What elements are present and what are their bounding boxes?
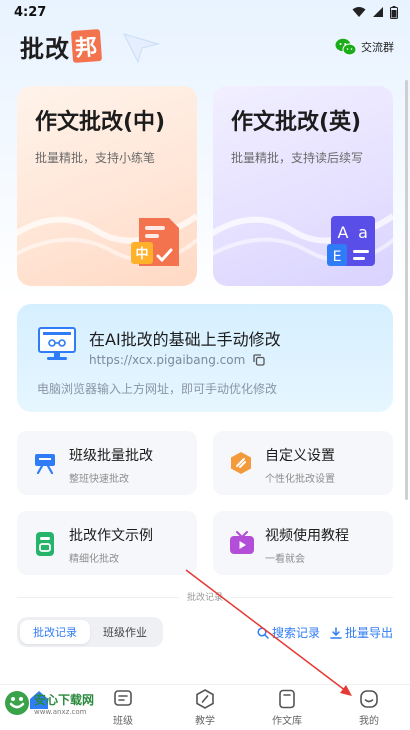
monitor-icon xyxy=(38,327,76,360)
english-document-icon: A a E xyxy=(327,216,375,266)
card-title: 作文批改(中) xyxy=(35,110,166,135)
tile-subtitle: 精细化批改 xyxy=(69,554,119,565)
status-time: 4:27 xyxy=(14,4,47,20)
tab-essay-library[interactable]: 作文库 xyxy=(252,689,322,727)
paper-plane-icon xyxy=(123,33,160,64)
watermark-text: 安心下载网 www.anxz.com xyxy=(34,691,94,716)
records-segmented-control: 批改记录 班级作业 xyxy=(17,617,163,647)
logo-text-main: 批改 xyxy=(20,33,70,63)
tab-class[interactable]: 班级 xyxy=(88,689,158,727)
wechat-icon xyxy=(335,38,357,56)
tab-label: 班级 xyxy=(113,716,133,727)
records-actions: 搜索记录 批量导出 xyxy=(257,624,393,641)
segment-grading-records[interactable]: 批改记录 xyxy=(20,620,90,644)
group-chat-label: 交流群 xyxy=(361,41,394,54)
tile-custom-settings[interactable]: 自定义设置 个性化批改设置 xyxy=(213,431,393,495)
segment-class-homework[interactable]: 班级作业 xyxy=(90,620,160,644)
tab-teaching[interactable]: 教学 xyxy=(170,689,240,727)
section-label-text: 批改记录 xyxy=(178,593,231,603)
wifi-icon xyxy=(352,7,366,17)
battery-icon xyxy=(390,5,398,19)
tile-title: 批改作文示例 xyxy=(69,528,153,544)
header: 批改 邦 交流群 xyxy=(0,24,410,70)
copy-icon[interactable] xyxy=(253,354,265,366)
card-title: 作文批改(英) xyxy=(231,110,362,135)
download-icon xyxy=(330,626,342,639)
icon-glyph-a: A xyxy=(338,223,349,242)
section-label: 批改记录 xyxy=(0,590,410,603)
tab-label: 作文库 xyxy=(272,716,302,727)
card-essay-english[interactable]: 作文批改(英) 批量精批，支持读后续写 A a E xyxy=(213,86,393,286)
profile-smile-icon xyxy=(360,690,378,708)
tile-class-batch-grading[interactable]: 班级批量批改 整班快速批改 xyxy=(17,431,197,495)
watermark-logo-icon xyxy=(5,691,29,715)
card-subtitle: 批量精批，支持读后续写 xyxy=(231,151,364,165)
batch-grading-icon xyxy=(35,454,55,475)
video-play-icon xyxy=(230,531,254,554)
icon-glyph: 中 xyxy=(135,246,148,262)
ai-banner-title: 在AI批改的基础上手动修改 xyxy=(89,330,281,349)
search-icon xyxy=(257,626,269,639)
logo-text-last: 邦 xyxy=(70,29,103,63)
status-bar: 4:27 xyxy=(0,0,410,24)
teaching-icon xyxy=(196,689,214,709)
icon-glyph-b: a xyxy=(358,223,368,242)
search-records-button[interactable]: 搜索记录 xyxy=(257,624,320,641)
card-essay-chinese[interactable]: 作文批改(中) 批量精批，支持小练笔 中 xyxy=(17,86,197,286)
watermark: 安心下载网 www.anxz.com xyxy=(4,690,94,716)
group-chat-button[interactable]: 交流群 xyxy=(335,38,394,56)
watermark-url: www.anxz.com xyxy=(34,707,87,716)
search-records-label: 搜索记录 xyxy=(271,626,320,640)
tile-title: 自定义设置 xyxy=(265,448,335,464)
tile-subtitle: 一看就会 xyxy=(265,554,305,565)
batch-export-label: 批量导出 xyxy=(344,626,393,640)
ai-banner-url: https://xcx.pigaibang.com xyxy=(89,353,246,367)
tile-subtitle: 整班快速批改 xyxy=(69,474,129,485)
tab-label: 我的 xyxy=(359,716,379,727)
tab-me[interactable]: 我的 xyxy=(334,689,404,727)
card-subtitle: 批量精批，支持小练笔 xyxy=(35,151,156,165)
scrollbar[interactable] xyxy=(405,80,408,500)
example-document-icon xyxy=(36,532,54,556)
tile-title: 班级批量批改 xyxy=(69,448,153,464)
class-icon xyxy=(114,690,132,706)
tile-video-tutorial[interactable]: 视频使用教程 一看就会 xyxy=(213,511,393,575)
tile-title: 视频使用教程 xyxy=(265,528,349,544)
signal-icon xyxy=(373,7,383,17)
library-icon xyxy=(279,689,295,709)
status-icons xyxy=(352,5,398,19)
app-logo: 批改 邦 xyxy=(20,29,103,63)
icon-glyph-c: E xyxy=(333,249,342,265)
chinese-document-icon: 中 xyxy=(131,218,179,266)
ai-manual-edit-banner[interactable]: 在AI批改的基础上手动修改 https://xcx.pigaibang.com … xyxy=(17,304,393,412)
settings-hexagon-icon xyxy=(231,452,251,474)
batch-export-button[interactable]: 批量导出 xyxy=(330,624,393,641)
watermark-name: 安心下载网 xyxy=(34,692,95,707)
ai-banner-url-row: https://xcx.pigaibang.com xyxy=(89,353,265,367)
ai-banner-hint: 电脑浏览器输入上方网址，即可手动优化修改 xyxy=(37,382,278,396)
tile-essay-examples[interactable]: 批改作文示例 精细化批改 xyxy=(17,511,197,575)
tab-label: 教学 xyxy=(195,716,215,727)
tile-subtitle: 个性化批改设置 xyxy=(265,474,335,485)
